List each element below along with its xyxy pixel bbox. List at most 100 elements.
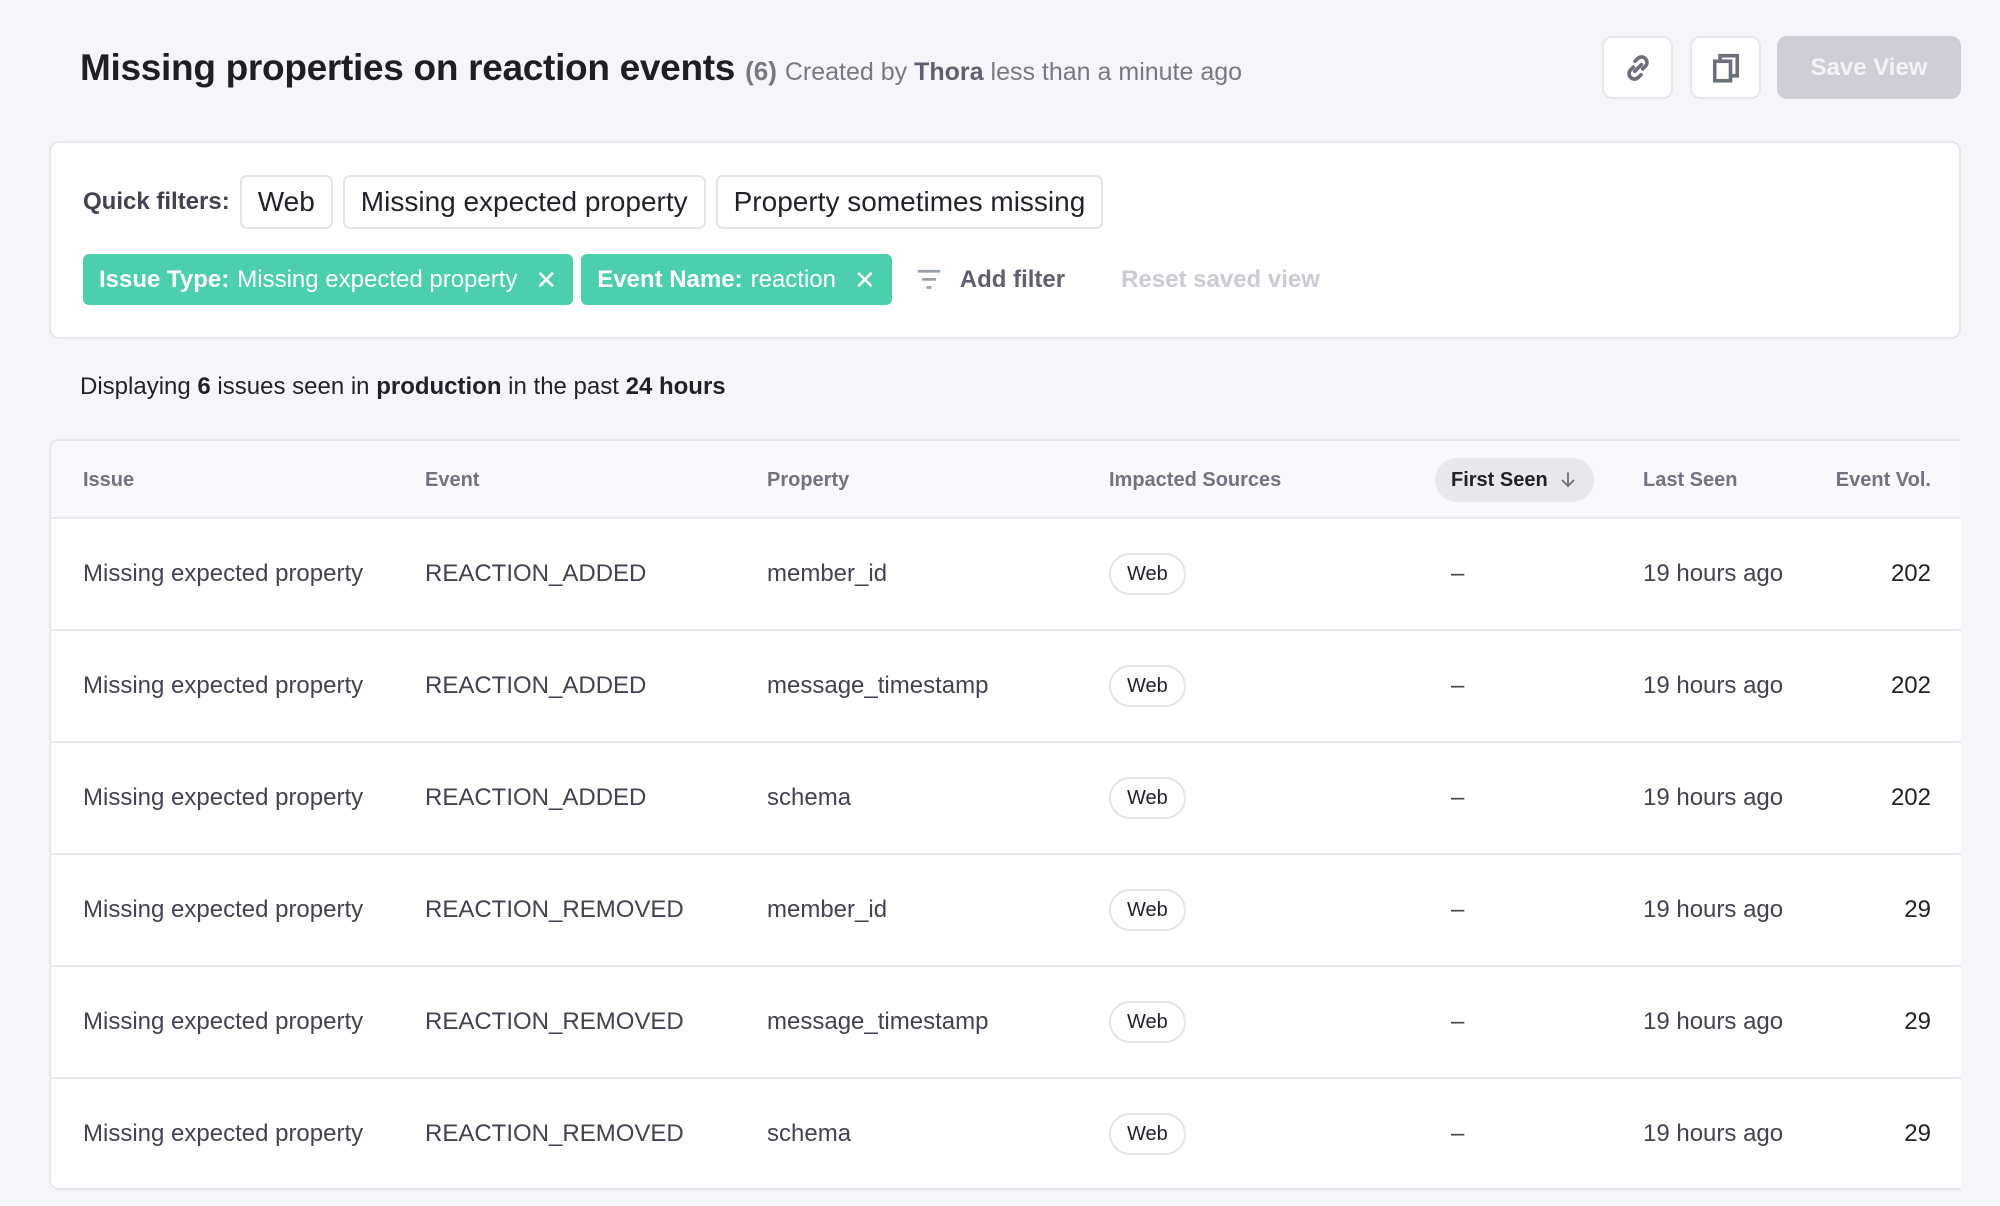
filter-key: Event Name: <box>597 265 743 293</box>
arrow-down-icon <box>1561 472 1575 488</box>
cell-issue: Missing expected property <box>83 560 364 587</box>
cell-event: REACTION_REMOVED <box>425 896 684 923</box>
column-issue[interactable]: Issue <box>83 441 134 519</box>
reset-saved-view-button[interactable]: Reset saved view <box>1121 266 1320 294</box>
cell-event-volume: 29 <box>1904 896 1931 923</box>
filter-value: reaction <box>750 265 836 293</box>
close-icon[interactable]: ✕ <box>854 267 876 293</box>
cell-last-seen: 19 hours ago <box>1643 1008 1784 1035</box>
source-badge: Web <box>1109 665 1186 707</box>
cell-impacted-sources: Web <box>1109 1079 1186 1188</box>
duplicate-button[interactable] <box>1690 36 1761 99</box>
source-badge: Web <box>1109 889 1186 931</box>
filter-key: Issue Type: <box>99 265 230 293</box>
issues-table: Issue Event Property Impacted Sources Fi… <box>49 439 1961 1190</box>
summary-window: 24 hours <box>625 373 726 400</box>
cell-property: member_id <box>767 560 888 587</box>
source-badge: Web <box>1109 553 1186 595</box>
created-time: less than a minute ago <box>990 58 1243 86</box>
cell-event-volume: 29 <box>1904 1008 1931 1035</box>
author-name: Thora <box>914 58 984 86</box>
quick-filters-label: Quick filters: <box>83 188 230 215</box>
table-row[interactable]: Missing expected property REACTION_REMOV… <box>51 1079 1961 1188</box>
copy-icon <box>1712 53 1739 83</box>
active-filters: Issue Type: Missing expected property ✕ … <box>83 254 1320 305</box>
active-filter-issue-type[interactable]: Issue Type: Missing expected property ✕ <box>83 254 574 305</box>
link-icon <box>1626 54 1649 81</box>
add-filter-label: Add filter <box>959 265 1066 293</box>
cell-first-seen: – <box>1451 1008 1465 1035</box>
cell-property: message_timestamp <box>767 672 989 699</box>
table-row[interactable]: Missing expected property REACTION_ADDED… <box>51 631 1961 743</box>
cell-last-seen: 19 hours ago <box>1643 560 1784 587</box>
cell-property: schema <box>767 784 852 811</box>
summary-prefix: Displaying <box>80 373 191 400</box>
filter-panel: Quick filters: Web Missing expected prop… <box>49 141 1961 339</box>
cell-issue: Missing expected property <box>83 784 364 811</box>
cell-event: REACTION_ADDED <box>425 784 647 811</box>
column-last-seen[interactable]: Last Seen <box>1643 441 1737 519</box>
source-badge: Web <box>1109 777 1186 819</box>
column-property[interactable]: Property <box>767 441 849 519</box>
column-event-volume[interactable]: Event Vol. <box>1836 441 1931 519</box>
save-view-button[interactable]: Save View <box>1777 36 1961 99</box>
summary-environment: production <box>376 373 502 400</box>
cell-impacted-sources: Web <box>1109 743 1186 853</box>
summary-text: issues seen in <box>217 373 370 400</box>
quick-filter-web[interactable]: Web <box>239 175 333 229</box>
created-info: Created by Thora less than a minute ago <box>785 58 1242 87</box>
source-badge: Web <box>1109 1113 1186 1155</box>
cell-property: schema <box>767 1120 852 1147</box>
table-row[interactable]: Missing expected property REACTION_REMOV… <box>51 855 1961 967</box>
quick-filter-missing-expected-property[interactable]: Missing expected property <box>342 175 706 229</box>
cell-impacted-sources: Web <box>1109 967 1186 1077</box>
cell-first-seen: – <box>1451 896 1465 923</box>
summary-text: in the past <box>508 373 619 400</box>
cell-first-seen: – <box>1451 560 1465 587</box>
issue-count: (6) <box>745 56 777 86</box>
cell-first-seen: – <box>1451 672 1465 699</box>
table-row[interactable]: Missing expected property REACTION_REMOV… <box>51 967 1961 1079</box>
cell-first-seen: – <box>1451 1120 1465 1147</box>
filter-icon <box>917 269 941 289</box>
cell-event-volume: 29 <box>1904 1120 1931 1147</box>
table-body: Missing expected property REACTION_ADDED… <box>51 519 1961 1188</box>
cell-event-volume: 202 <box>1890 784 1931 811</box>
cell-impacted-sources: Web <box>1109 631 1186 741</box>
column-first-seen[interactable]: First Seen <box>1435 458 1594 502</box>
cell-issue: Missing expected property <box>83 1120 364 1147</box>
add-filter-button[interactable]: Add filter <box>914 265 1065 295</box>
cell-issue: Missing expected property <box>83 1008 364 1035</box>
table-row[interactable]: Missing expected property REACTION_ADDED… <box>51 743 1961 855</box>
column-event[interactable]: Event <box>425 441 479 519</box>
cell-event: REACTION_ADDED <box>425 560 647 587</box>
cell-event: REACTION_ADDED <box>425 672 647 699</box>
active-filter-event-name[interactable]: Event Name: reaction ✕ <box>581 254 892 305</box>
cell-event-volume: 202 <box>1890 672 1931 699</box>
source-badge: Web <box>1109 1001 1186 1043</box>
cell-last-seen: 19 hours ago <box>1643 1120 1784 1147</box>
copy-link-button[interactable] <box>1602 36 1673 99</box>
table-row[interactable]: Missing expected property REACTION_ADDED… <box>51 519 1961 631</box>
cell-impacted-sources: Web <box>1109 855 1186 965</box>
cell-property: message_timestamp <box>767 1008 989 1035</box>
cell-property: member_id <box>767 896 888 923</box>
table-header: Issue Event Property Impacted Sources Fi… <box>51 441 1961 519</box>
quick-filter-property-sometimes-missing[interactable]: Property sometimes missing <box>715 175 1104 229</box>
created-prefix: Created by <box>784 58 908 86</box>
page-title: Missing properties on reaction events <box>80 47 736 88</box>
cell-event-volume: 202 <box>1890 560 1931 587</box>
cell-impacted-sources: Web <box>1109 519 1186 629</box>
close-icon[interactable]: ✕ <box>535 267 557 293</box>
quick-filters: Quick filters: Web Missing expected prop… <box>83 175 1104 229</box>
results-summary: Displaying 6 issues seen in production i… <box>80 373 726 401</box>
cell-last-seen: 19 hours ago <box>1643 672 1784 699</box>
cell-issue: Missing expected property <box>83 896 364 923</box>
column-first-seen-label: First Seen <box>1451 468 1548 491</box>
column-impacted-sources[interactable]: Impacted Sources <box>1109 441 1281 519</box>
cell-last-seen: 19 hours ago <box>1643 896 1784 923</box>
summary-count: 6 <box>197 373 211 400</box>
cell-event: REACTION_REMOVED <box>425 1120 684 1147</box>
cell-first-seen: – <box>1451 784 1465 811</box>
page-header: Missing properties on reaction events (6… <box>80 40 1242 96</box>
